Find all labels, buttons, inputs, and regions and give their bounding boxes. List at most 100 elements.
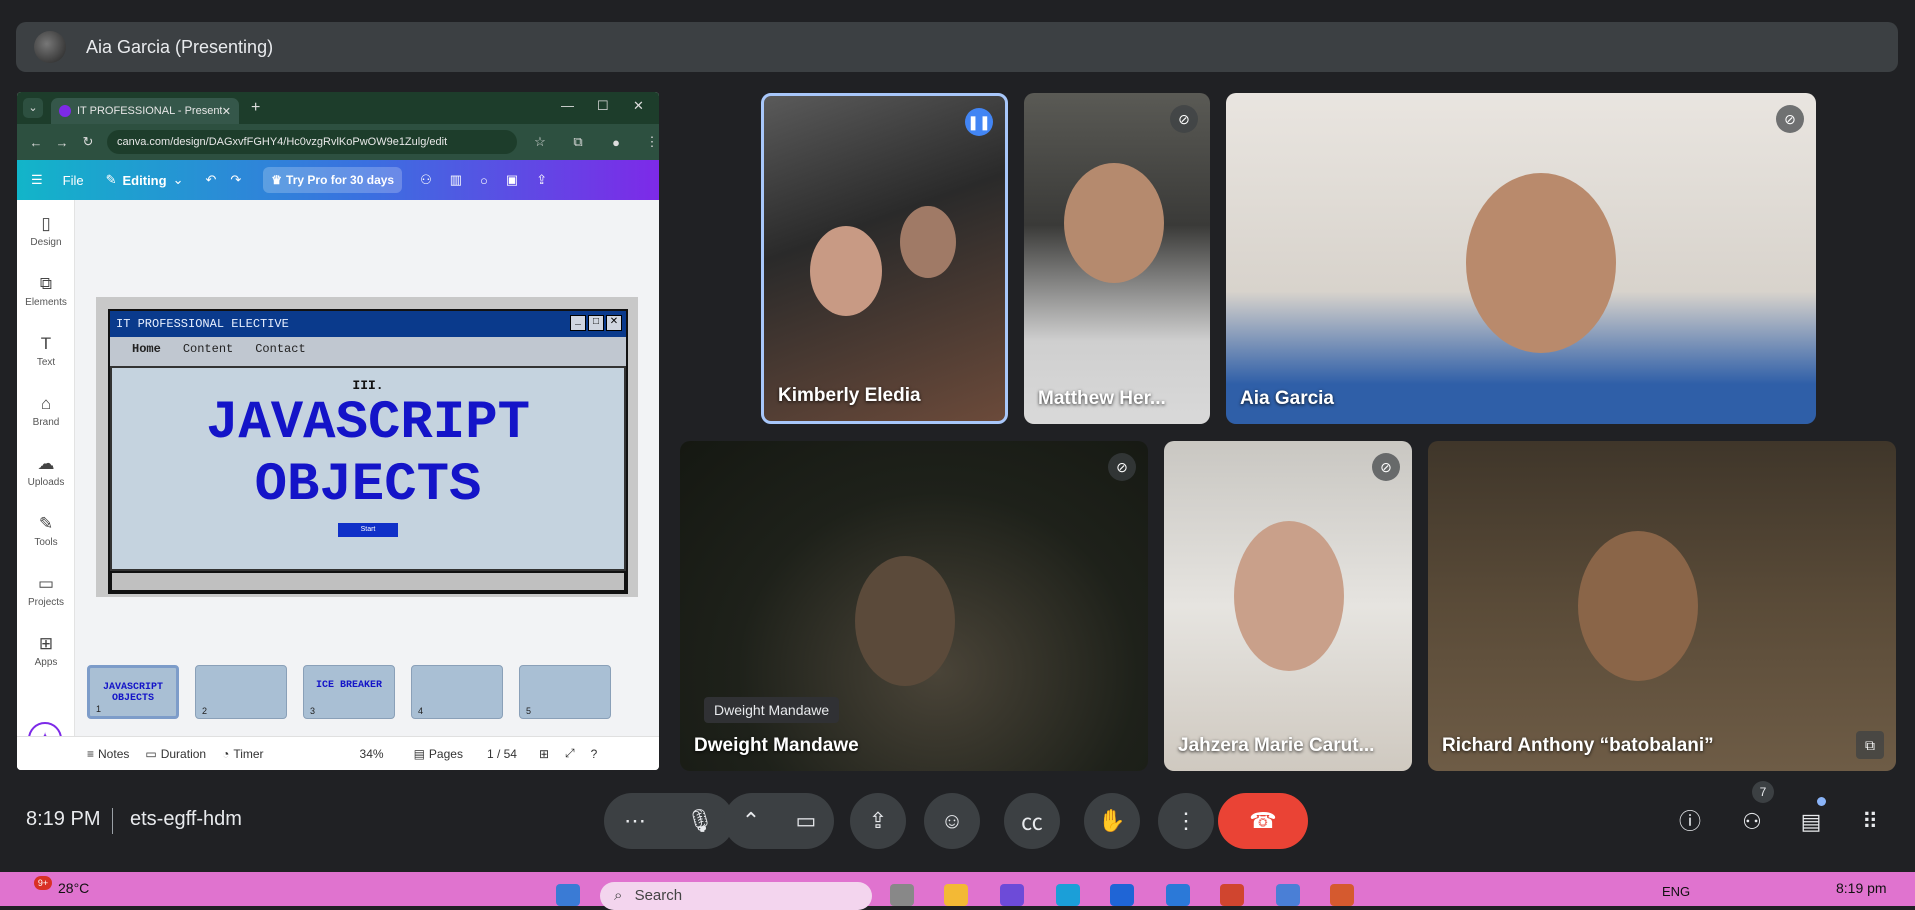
sidebar-label: Tools	[34, 537, 58, 548]
thumbnail-number: 3	[310, 706, 316, 716]
chrome-icon[interactable]	[1220, 884, 1244, 906]
mic-control-group: ⋯ 🎙	[604, 793, 734, 849]
back-icon: ←	[29, 134, 43, 150]
meeting-time: 8:19 PM	[26, 808, 101, 830]
canva-editing-mode: Editing	[122, 172, 167, 188]
sidebar-label: Brand	[32, 417, 60, 428]
participant-video	[1064, 163, 1164, 283]
present-icon: ▣	[505, 172, 519, 187]
undo-icon: ↶	[205, 172, 217, 187]
timer-label: Timer	[233, 746, 264, 761]
slide-canvas: IT PROFESSIONAL ELECTIVE _ □ ✕ Home Cont…	[96, 297, 638, 597]
shared-screen: ⌄ IT PROFESSIONAL - Presentatio ✕ + — ☐ …	[17, 92, 659, 770]
retro-close-icon: ✕	[606, 315, 622, 331]
apps-icon: ⊞	[38, 634, 54, 653]
leave-call-button[interactable]: ☎	[1218, 793, 1308, 849]
taskbar-clock[interactable]: 8:19 pm	[1836, 880, 1887, 896]
design-icon: ▯	[41, 214, 51, 233]
more-vert-icon: ⋮	[1175, 808, 1197, 833]
search-icon: ⌕	[614, 887, 623, 904]
retro-menu-contact: Contact	[255, 342, 306, 356]
camera-button[interactable]: ▭	[796, 808, 817, 834]
thumbnail: JAVASCRIPT OBJECTS 1	[87, 665, 179, 719]
dropbox-icon[interactable]	[1110, 884, 1134, 906]
participant-tile[interactable]: ⊘ Aia Garcia	[1226, 93, 1816, 424]
chrome-profile-icon[interactable]	[1330, 884, 1354, 906]
sidebar-label: Uploads	[27, 477, 65, 488]
retro-minimize-icon: _	[570, 315, 586, 331]
new-tab-icon: +	[251, 99, 261, 116]
participant-video	[855, 556, 955, 686]
present-screen-icon: ⇪	[868, 808, 888, 833]
participant-tile[interactable]: ⊘ Matthew Her...	[1024, 93, 1210, 424]
people-icon: ⚇	[1742, 809, 1762, 834]
meeting-info-button[interactable]: ⓘ	[1674, 806, 1706, 838]
edge-icon[interactable]	[1056, 884, 1080, 906]
profile-icon: ●	[612, 134, 620, 150]
sidebar-label: Design	[30, 237, 62, 248]
canva-bottom-bar: ≡ Notes ▭ Duration ◔ Timer 34% ▤ Pages 1…	[17, 736, 659, 770]
text-icon: T	[40, 334, 52, 353]
participant-tile[interactable]: ❚❚ Kimberly Eledia	[761, 93, 1008, 424]
chat-icon: ▤	[1800, 809, 1822, 834]
language-indicator[interactable]: ENG	[1662, 884, 1690, 899]
people-button[interactable]: ⚇	[1736, 806, 1768, 838]
participant-name: Dweight Mandawe	[694, 735, 859, 756]
sidebar-item-brand: ⌂ Brand	[17, 394, 75, 428]
close-tab-icon: ✕	[221, 105, 231, 118]
copilot-icon[interactable]	[1000, 884, 1024, 906]
page-count: 1 / 54	[486, 746, 517, 761]
file-explorer-icon[interactable]	[944, 884, 968, 906]
sidebar-label: Projects	[27, 597, 65, 608]
divider	[112, 808, 113, 834]
sidebar-item-uploads: ☁ Uploads	[17, 454, 75, 488]
canva-toolbar: ☰ File ✎ Editing ⌄ ↶ ↷ ♛ Try Pro for 30 …	[17, 160, 659, 200]
fullscreen-icon: ⤢	[565, 746, 575, 760]
windows-start-icon[interactable]	[556, 884, 580, 906]
more-options-button[interactable]: ⋮	[1158, 793, 1214, 849]
video-options-icon[interactable]: ⌃	[742, 808, 760, 834]
activities-button[interactable]: ⠿	[1854, 806, 1886, 838]
address-bar: ← → ↻ canva.com/design/DAGxvfFGHY4/Hc0vz…	[17, 124, 659, 160]
extensions-icon: ⧉	[573, 134, 583, 149]
participant-video	[1234, 521, 1344, 671]
sidebar-item-apps: ⊞ Apps	[17, 634, 75, 668]
sidebar-label: Text	[36, 357, 56, 368]
notes-icon: ≡	[87, 746, 95, 761]
help-icon: ?	[590, 746, 598, 761]
sidebar-label: Apps	[34, 657, 58, 668]
chevron-down-icon: ⌄	[172, 172, 184, 187]
emoji-icon: ☺	[940, 808, 964, 833]
present-screen-button[interactable]: ⇪	[850, 793, 906, 849]
url-field: canva.com/design/DAGxvfFGHY4/Hc0vzgRvlKo…	[107, 130, 517, 154]
raise-hand-button[interactable]: ✋	[1084, 793, 1140, 849]
retro-menu: Home Content Contact	[110, 337, 626, 361]
canva-menu-icon: ☰	[31, 172, 43, 187]
tools-icon: ✎	[38, 514, 54, 533]
maximize-icon: ☐	[597, 98, 609, 113]
sidebar-label: Elements	[25, 297, 67, 308]
uploads-icon: ☁	[37, 454, 55, 473]
weather-temperature[interactable]: 28°C	[58, 880, 89, 896]
share-icon: ⇪	[536, 172, 548, 187]
store-icon[interactable]	[1166, 884, 1190, 906]
thumbnail: ICE BREAKER 3	[303, 665, 395, 719]
close-window-icon: ✕	[633, 98, 644, 113]
microphone-button[interactable]: 🎙	[686, 808, 714, 834]
slide-start-button: Start	[338, 523, 398, 537]
audio-options-icon[interactable]: ⋯	[624, 808, 646, 834]
retro-window-title: IT PROFESSIONAL ELECTIVE	[116, 317, 289, 331]
task-view-icon[interactable]	[890, 884, 914, 906]
sidebar-item-tools: ✎ Tools	[17, 514, 75, 548]
bookmark-star-icon: ☆	[534, 134, 546, 149]
try-pro-button: ♛ Try Pro for 30 days	[263, 167, 403, 193]
participant-tile[interactable]: ⊘ Dweight Mandawe Dweight Mandawe	[680, 441, 1148, 771]
retro-window: IT PROFESSIONAL ELECTIVE _ □ ✕ Home Cont…	[108, 309, 628, 594]
chat-button[interactable]: ▤	[1795, 806, 1827, 838]
participant-tile[interactable]: ⧉ Richard Anthony “batobalani”	[1428, 441, 1896, 771]
participant-tile[interactable]: ⊘ Jahzera Marie Carut...	[1164, 441, 1412, 771]
comment-icon: ○	[480, 172, 488, 188]
reactions-button[interactable]: ☺	[924, 793, 980, 849]
notepad-icon[interactable]	[1276, 884, 1300, 906]
captions-button[interactable]: ㏄	[1004, 793, 1060, 849]
